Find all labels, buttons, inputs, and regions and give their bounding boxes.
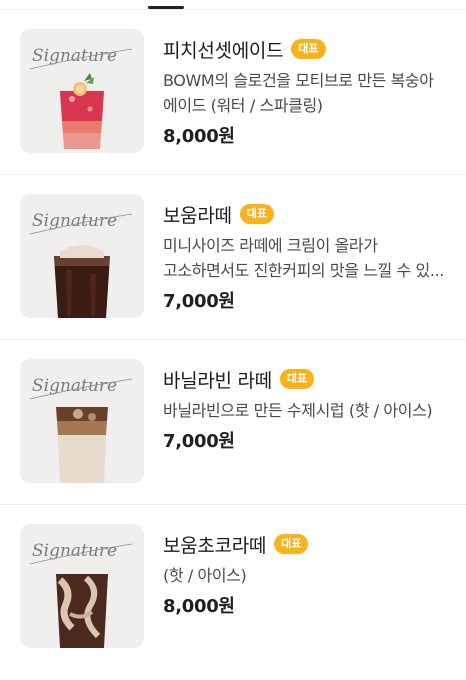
item-name: 보움초코라떼 <box>163 534 267 557</box>
item-name: 피치선셋에이드 <box>163 39 284 62</box>
item-price: 7,000원 <box>163 291 235 312</box>
signature-badge: 대표 <box>239 204 274 224</box>
drink-image-bowm-latte: Signature <box>20 194 144 318</box>
signature-badge: 대표 <box>274 534 309 554</box>
menu-item-vanilla-bean-latte[interactable]: Signature 바닐라빈 라떼 대표 바닐라빈으로 만든 수제시럽 (핫 /… <box>0 340 466 505</box>
item-name: 바닐라빈 라떼 <box>163 369 272 392</box>
item-description: 바닐라빈으로 만든 수제시럽 (핫 / 아이스) <box>163 401 433 420</box>
drink-image-bowm-choco-latte: Signature <box>20 524 144 648</box>
menu-item-bowm-latte[interactable]: Signature 보움라떼 대표 미니사이즈 라떼에 크림이 올라가 고소하면… <box>0 175 466 340</box>
item-price: 8,000원 <box>163 596 235 617</box>
signature-script-text: Signature <box>32 376 117 396</box>
item-description: BOWM의 슬로건을 모티브로 만든 복숭아 에이드 (워터 / 스파클링) <box>163 71 434 115</box>
menu-item-peach-sunset-ade[interactable]: Signature 피치선셋에이드 대표 BOWM의 슬로건을 모티브로 만든 … <box>0 10 466 175</box>
menu-list: Signature 피치선셋에이드 대표 BOWM의 슬로건을 모티브로 만든 … <box>0 10 466 670</box>
drink-image-vanilla-bean-latte: Signature <box>20 359 144 483</box>
signature-script-text: Signature <box>32 211 117 231</box>
item-description: (핫 / 아이스) <box>163 566 247 585</box>
menu-item-bowm-choco-latte[interactable]: Signature 보움초코라떼 대표 (핫 / 아이스) 8,000원 <box>0 505 466 670</box>
item-description: 미니사이즈 라떼에 크림이 올라가 고소하면서도 진한커피의 맛을 느낄 수 있… <box>163 236 444 280</box>
drink-image-peach-sunset-ade: Signature <box>20 29 144 153</box>
tab-bar-divider <box>0 0 466 10</box>
signature-badge: 대표 <box>291 39 326 59</box>
active-tab-indicator <box>148 6 184 9</box>
signature-script-text: Signature <box>32 46 117 66</box>
signature-badge: 대표 <box>279 369 315 389</box>
item-price: 7,000원 <box>163 431 235 452</box>
item-name: 보움라떼 <box>163 204 232 227</box>
item-price: 8,000원 <box>163 126 235 147</box>
signature-script-text: Signature <box>32 541 117 561</box>
